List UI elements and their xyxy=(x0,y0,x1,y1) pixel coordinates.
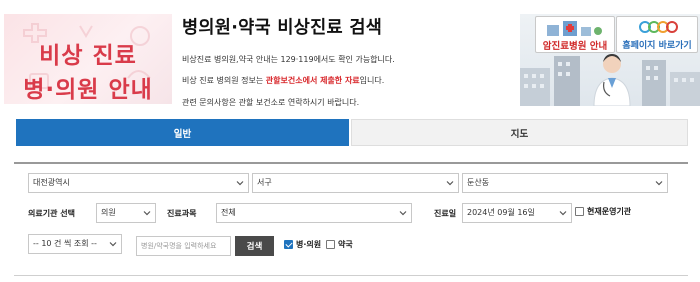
department-label: 진료과목 xyxy=(167,209,197,218)
search-button[interactable]: 검색 xyxy=(235,236,274,256)
department-select[interactable]: 전체 xyxy=(216,203,412,223)
district-select[interactable]: 서구 xyxy=(252,173,459,193)
city-select-value: 대전광역시 xyxy=(33,178,70,187)
info-text-3: 관련 문의사항은 관할 보건소로 연락하시기 바랍니다. xyxy=(182,98,360,107)
institution-select[interactable]: 의원 xyxy=(96,203,156,223)
clinic-checkbox-label: 병·의원 xyxy=(296,240,322,249)
chevron-down-icon xyxy=(559,211,567,216)
search-input[interactable]: 병원/약국명을 입력하세요 xyxy=(136,236,231,256)
view-tabs: 일반 지도 xyxy=(16,119,688,146)
chevron-down-icon xyxy=(109,242,117,247)
chevron-down-icon xyxy=(236,181,244,186)
cancer-hospital-guide-label: 암진료병원 안내 xyxy=(542,41,608,52)
chevron-down-icon xyxy=(399,211,407,216)
cancer-hospital-guide-button[interactable]: 암진료병원 안내 xyxy=(535,16,615,53)
logo-title-line2: 병·의원 안내 xyxy=(23,77,153,103)
department-select-value: 전체 xyxy=(221,208,236,217)
logo-title-line1: 비상 진료 xyxy=(39,43,137,69)
homepage-link-label: 홈페이지 바로가기 xyxy=(622,41,692,51)
checkbox-icon xyxy=(326,240,335,249)
checkbox-icon xyxy=(575,207,584,216)
clinic-checkbox[interactable]: 병·의원 xyxy=(284,239,321,250)
hospital-icon xyxy=(547,21,602,36)
logo-panel: 비상 진료 병·의원 안내 xyxy=(4,14,172,104)
date-select-value: 2024년 09월 16일 xyxy=(467,208,535,217)
date-label: 진료일 xyxy=(434,209,457,218)
city-select[interactable]: 대전광역시 xyxy=(28,173,249,193)
info-text-2: 비상 진료 병의원 정보는 관할보건소에서 제출한 자료입니다. xyxy=(182,75,384,86)
search-panel: 대전광역시 서구 둔산동 의료기관 선택 의원 진료과목 전체 진료일 2024… xyxy=(14,162,688,276)
banner-image-panel: 암진료병원 안내 홈페이지 바로가기 xyxy=(520,14,700,106)
info-text-2-prefix: 비상 진료 병의원 정보는 xyxy=(182,76,266,85)
pharmacy-checkbox[interactable]: 약국 xyxy=(326,239,353,250)
info-text-2-highlight: 관할보건소에서 제출한 자료 xyxy=(265,76,360,85)
chevron-down-icon xyxy=(446,181,454,186)
banner-info: 병의원·약국 비상진료 검색 비상진료 병의원,약국 안내는 129·119에서… xyxy=(182,14,512,107)
tab-general[interactable]: 일반 xyxy=(16,119,349,146)
page-size-value: -- 10 건 씩 조회 -- xyxy=(33,239,97,248)
district-logo-icon xyxy=(639,21,678,33)
currently-open-label: 현재운영기관 xyxy=(587,207,632,216)
search-placeholder: 병원/약국명을 입력하세요 xyxy=(141,242,217,250)
tab-map[interactable]: 지도 xyxy=(351,119,688,146)
currently-open-checkbox[interactable]: 현재운영기관 xyxy=(575,206,631,217)
chevron-down-icon xyxy=(143,211,151,216)
dong-select-value: 둔산동 xyxy=(467,178,490,187)
homepage-link-button[interactable]: 홈페이지 바로가기 xyxy=(616,16,698,53)
page-size-select[interactable]: -- 10 건 씩 조회 -- xyxy=(28,234,122,254)
info-text-1: 비상진료 병의원,약국 안내는 129·119에서도 확인 가능합니다. xyxy=(182,55,395,64)
dong-select[interactable]: 둔산동 xyxy=(462,173,668,193)
date-select[interactable]: 2024년 09월 16일 xyxy=(462,203,572,223)
chevron-down-icon xyxy=(655,181,663,186)
institution-select-value: 의원 xyxy=(101,208,116,217)
checkbox-checked-icon xyxy=(284,240,293,249)
page-title: 병의원·약국 비상진료 검색 xyxy=(182,18,383,38)
header-banner: 비상 진료 병·의원 안내 병의원·약국 비상진료 검색 비상진료 병의원,약국… xyxy=(0,0,700,112)
pharmacy-checkbox-label: 약국 xyxy=(338,240,353,249)
doctor-icon xyxy=(593,54,631,106)
district-select-value: 서구 xyxy=(257,178,272,187)
info-text-2-suffix: 입니다. xyxy=(359,76,385,85)
institution-label: 의료기관 선택 xyxy=(28,209,75,218)
